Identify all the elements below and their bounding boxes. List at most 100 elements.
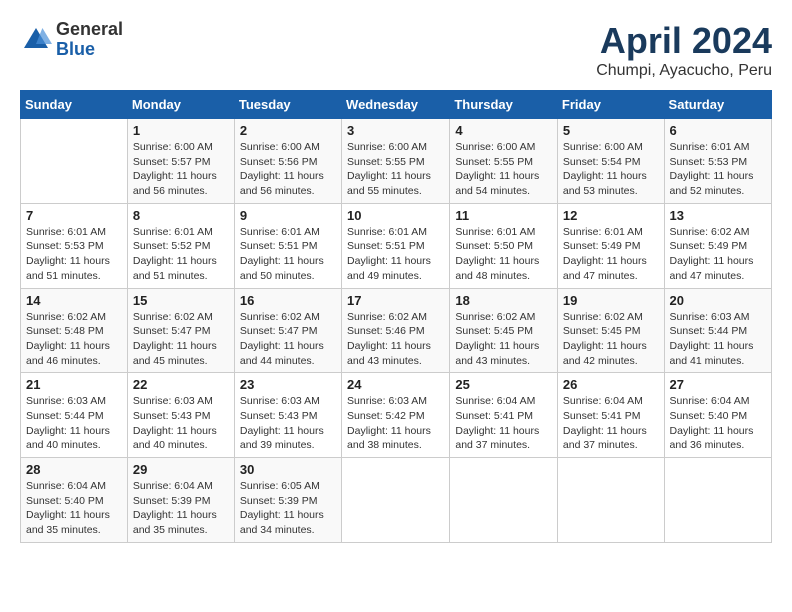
day-detail: Sunrise: 6:01 AMSunset: 5:50 PMDaylight:… bbox=[455, 225, 552, 284]
day-detail: Sunrise: 6:01 AMSunset: 5:52 PMDaylight:… bbox=[133, 225, 229, 284]
day-detail: Sunrise: 6:00 AMSunset: 5:54 PMDaylight:… bbox=[563, 140, 659, 199]
day-detail: Sunrise: 6:04 AMSunset: 5:41 PMDaylight:… bbox=[455, 394, 552, 453]
calendar-table: SundayMondayTuesdayWednesdayThursdayFrid… bbox=[20, 90, 772, 543]
calendar-cell bbox=[21, 119, 128, 204]
calendar-cell: 11 Sunrise: 6:01 AMSunset: 5:50 PMDayligh… bbox=[450, 203, 558, 288]
day-number: 20 bbox=[670, 293, 766, 308]
calendar-cell: 19 Sunrise: 6:02 AMSunset: 5:45 PMDayligh… bbox=[557, 288, 664, 373]
calendar-cell: 23 Sunrise: 6:03 AMSunset: 5:43 PMDayligh… bbox=[234, 373, 341, 458]
calendar-cell: 12 Sunrise: 6:01 AMSunset: 5:49 PMDayligh… bbox=[557, 203, 664, 288]
day-number: 19 bbox=[563, 293, 659, 308]
day-detail: Sunrise: 6:03 AMSunset: 5:44 PMDaylight:… bbox=[670, 310, 766, 369]
day-number: 22 bbox=[133, 377, 229, 392]
day-number: 28 bbox=[26, 462, 122, 477]
day-number: 23 bbox=[240, 377, 336, 392]
day-number: 21 bbox=[26, 377, 122, 392]
calendar-cell: 9 Sunrise: 6:01 AMSunset: 5:51 PMDaylight… bbox=[234, 203, 341, 288]
calendar-cell: 13Sunrise: 6:02 AMSunset: 5:49 PMDayligh… bbox=[664, 203, 771, 288]
day-number: 17 bbox=[347, 293, 444, 308]
calendar-cell: 18 Sunrise: 6:02 AMSunset: 5:45 PMDayligh… bbox=[450, 288, 558, 373]
calendar-cell: 3 Sunrise: 6:00 AMSunset: 5:55 PMDaylight… bbox=[342, 119, 450, 204]
calendar-week-1: 1 Sunrise: 6:00 AMSunset: 5:57 PMDaylight… bbox=[21, 119, 772, 204]
calendar-cell: 25 Sunrise: 6:04 AMSunset: 5:41 PMDayligh… bbox=[450, 373, 558, 458]
day-number: 10 bbox=[347, 208, 444, 223]
day-number: 3 bbox=[347, 123, 444, 138]
calendar-cell: 29 Sunrise: 6:04 AMSunset: 5:39 PMDayligh… bbox=[127, 458, 234, 543]
day-detail: Sunrise: 6:04 AMSunset: 5:40 PMDaylight:… bbox=[670, 394, 766, 453]
calendar-cell: 16 Sunrise: 6:02 AMSunset: 5:47 PMDayligh… bbox=[234, 288, 341, 373]
day-number: 24 bbox=[347, 377, 444, 392]
day-detail: Sunrise: 6:01 AMSunset: 5:51 PMDaylight:… bbox=[347, 225, 444, 284]
day-detail: Sunrise: 6:03 AMSunset: 5:43 PMDaylight:… bbox=[240, 394, 336, 453]
logo-blue: Blue bbox=[56, 40, 123, 60]
day-detail: Sunrise: 6:00 AMSunset: 5:55 PMDaylight:… bbox=[347, 140, 444, 199]
logo-text: General Blue bbox=[56, 20, 123, 60]
day-header-tuesday: Tuesday bbox=[234, 91, 341, 119]
day-detail: Sunrise: 6:05 AMSunset: 5:39 PMDaylight:… bbox=[240, 479, 336, 538]
logo-icon bbox=[20, 24, 52, 56]
day-detail: Sunrise: 6:02 AMSunset: 5:45 PMDaylight:… bbox=[563, 310, 659, 369]
calendar-cell: 21 Sunrise: 6:03 AMSunset: 5:44 PMDayligh… bbox=[21, 373, 128, 458]
day-number: 18 bbox=[455, 293, 552, 308]
day-header-monday: Monday bbox=[127, 91, 234, 119]
calendar-cell: 14Sunrise: 6:02 AMSunset: 5:48 PMDayligh… bbox=[21, 288, 128, 373]
day-number: 6 bbox=[670, 123, 766, 138]
day-detail: Sunrise: 6:02 AMSunset: 5:47 PMDaylight:… bbox=[240, 310, 336, 369]
calendar-cell bbox=[342, 458, 450, 543]
day-number: 12 bbox=[563, 208, 659, 223]
calendar-week-3: 14Sunrise: 6:02 AMSunset: 5:48 PMDayligh… bbox=[21, 288, 772, 373]
day-number: 1 bbox=[133, 123, 229, 138]
calendar-week-4: 21 Sunrise: 6:03 AMSunset: 5:44 PMDayligh… bbox=[21, 373, 772, 458]
day-number: 8 bbox=[133, 208, 229, 223]
title-block: April 2024 Chumpi, Ayacucho, Peru bbox=[596, 20, 772, 80]
logo: General Blue bbox=[20, 20, 123, 60]
day-detail: Sunrise: 6:01 AMSunset: 5:51 PMDaylight:… bbox=[240, 225, 336, 284]
day-number: 25 bbox=[455, 377, 552, 392]
calendar-cell: 1 Sunrise: 6:00 AMSunset: 5:57 PMDaylight… bbox=[127, 119, 234, 204]
calendar-cell bbox=[557, 458, 664, 543]
day-detail: Sunrise: 6:04 AMSunset: 5:41 PMDaylight:… bbox=[563, 394, 659, 453]
page-header: General Blue April 2024 Chumpi, Ayacucho… bbox=[20, 20, 772, 80]
calendar-cell: 28 Sunrise: 6:04 AMSunset: 5:40 PMDayligh… bbox=[21, 458, 128, 543]
day-detail: Sunrise: 6:04 AMSunset: 5:39 PMDaylight:… bbox=[133, 479, 229, 538]
day-detail: Sunrise: 6:01 AMSunset: 5:49 PMDaylight:… bbox=[563, 225, 659, 284]
calendar-cell: 6 Sunrise: 6:01 AMSunset: 5:53 PMDaylight… bbox=[664, 119, 771, 204]
day-number: 16 bbox=[240, 293, 336, 308]
day-number: 5 bbox=[563, 123, 659, 138]
day-detail: Sunrise: 6:03 AMSunset: 5:42 PMDaylight:… bbox=[347, 394, 444, 453]
day-detail: Sunrise: 6:03 AMSunset: 5:44 PMDaylight:… bbox=[26, 394, 122, 453]
day-detail: Sunrise: 6:02 AMSunset: 5:49 PMDaylight:… bbox=[670, 225, 766, 284]
day-detail: Sunrise: 6:02 AMSunset: 5:46 PMDaylight:… bbox=[347, 310, 444, 369]
day-detail: Sunrise: 6:02 AMSunset: 5:47 PMDaylight:… bbox=[133, 310, 229, 369]
day-number: 4 bbox=[455, 123, 552, 138]
day-detail: Sunrise: 6:02 AMSunset: 5:45 PMDaylight:… bbox=[455, 310, 552, 369]
day-number: 29 bbox=[133, 462, 229, 477]
calendar-cell: 10 Sunrise: 6:01 AMSunset: 5:51 PMDayligh… bbox=[342, 203, 450, 288]
calendar-week-2: 7Sunrise: 6:01 AMSunset: 5:53 PMDaylight… bbox=[21, 203, 772, 288]
calendar-cell: 8 Sunrise: 6:01 AMSunset: 5:52 PMDaylight… bbox=[127, 203, 234, 288]
calendar-cell bbox=[664, 458, 771, 543]
calendar-cell: 30 Sunrise: 6:05 AMSunset: 5:39 PMDayligh… bbox=[234, 458, 341, 543]
day-detail: Sunrise: 6:02 AMSunset: 5:48 PMDaylight:… bbox=[26, 310, 122, 369]
day-detail: Sunrise: 6:04 AMSunset: 5:40 PMDaylight:… bbox=[26, 479, 122, 538]
calendar-cell: 17 Sunrise: 6:02 AMSunset: 5:46 PMDayligh… bbox=[342, 288, 450, 373]
day-number: 9 bbox=[240, 208, 336, 223]
day-detail: Sunrise: 6:01 AMSunset: 5:53 PMDaylight:… bbox=[26, 225, 122, 284]
day-number: 2 bbox=[240, 123, 336, 138]
day-number: 30 bbox=[240, 462, 336, 477]
calendar-week-5: 28 Sunrise: 6:04 AMSunset: 5:40 PMDayligh… bbox=[21, 458, 772, 543]
calendar-cell: 2Sunrise: 6:00 AMSunset: 5:56 PMDaylight… bbox=[234, 119, 341, 204]
day-number: 26 bbox=[563, 377, 659, 392]
day-detail: Sunrise: 6:01 AMSunset: 5:53 PMDaylight:… bbox=[670, 140, 766, 199]
calendar-cell: 7Sunrise: 6:01 AMSunset: 5:53 PMDaylight… bbox=[21, 203, 128, 288]
calendar-cell: 15Sunrise: 6:02 AMSunset: 5:47 PMDayligh… bbox=[127, 288, 234, 373]
calendar-body: 1 Sunrise: 6:00 AMSunset: 5:57 PMDaylight… bbox=[21, 119, 772, 543]
day-number: 27 bbox=[670, 377, 766, 392]
day-detail: Sunrise: 6:00 AMSunset: 5:57 PMDaylight:… bbox=[133, 140, 229, 199]
calendar-header-row: SundayMondayTuesdayWednesdayThursdayFrid… bbox=[21, 91, 772, 119]
day-number: 11 bbox=[455, 208, 552, 223]
day-detail: Sunrise: 6:03 AMSunset: 5:43 PMDaylight:… bbox=[133, 394, 229, 453]
day-header-friday: Friday bbox=[557, 91, 664, 119]
day-detail: Sunrise: 6:00 AMSunset: 5:55 PMDaylight:… bbox=[455, 140, 552, 199]
day-header-saturday: Saturday bbox=[664, 91, 771, 119]
